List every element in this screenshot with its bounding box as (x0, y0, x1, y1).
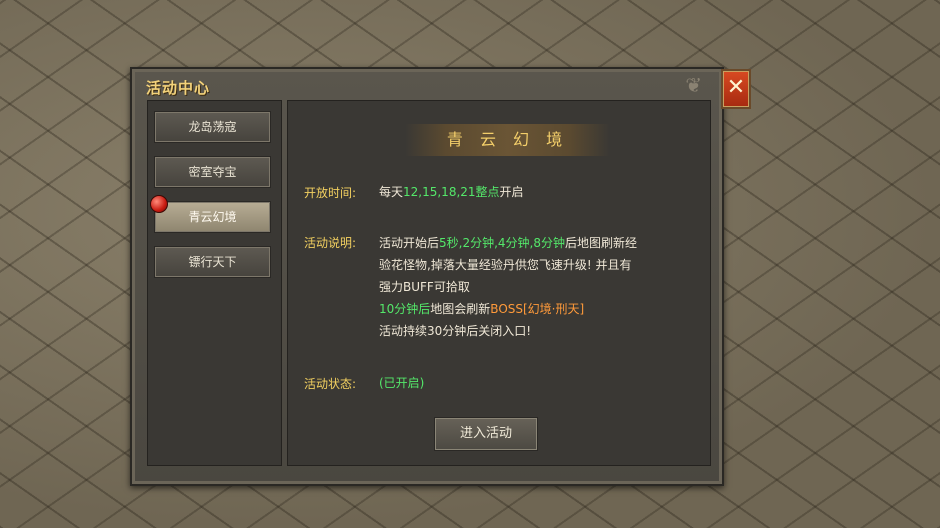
selected-indicator-icon (150, 195, 168, 213)
sidebar-item-escort[interactable]: 镖行天下 (154, 246, 271, 278)
description-label: 活动说明: (304, 236, 357, 250)
enter-activity-button[interactable]: 进入活动 (434, 417, 538, 451)
activity-title: 青 云 幻 境 (405, 124, 610, 156)
activity-list: 龙岛荡寇 密室夺宝 青云幻境 镖行天下 (147, 100, 282, 466)
status-value: (已开启) (379, 376, 425, 390)
sidebar-item-dragon-island[interactable]: 龙岛荡寇 (154, 111, 271, 143)
dragon-ornament-icon: ❦ (685, 73, 702, 97)
open-time-label: 开放时间: (304, 186, 357, 200)
sidebar-item-qingyun[interactable]: 青云幻境 (154, 201, 271, 233)
open-time-value: 每天12,15,18,21整点开启 (379, 185, 524, 199)
sidebar-item-secret-chamber[interactable]: 密室夺宝 (154, 156, 271, 188)
activity-detail: 青 云 幻 境 开放时间: 每天12,15,18,21整点开启 活动说明: 活动… (287, 100, 711, 466)
panel-title: 活动中心 (146, 79, 211, 97)
description-text: 活动开始后5秒,2分钟,4分钟,8分钟后地图刷新经 验花怪物,掉落大量经验丹供您… (379, 236, 638, 338)
status-label: 活动状态: (304, 377, 357, 391)
close-button[interactable]: ✕ (721, 69, 751, 109)
